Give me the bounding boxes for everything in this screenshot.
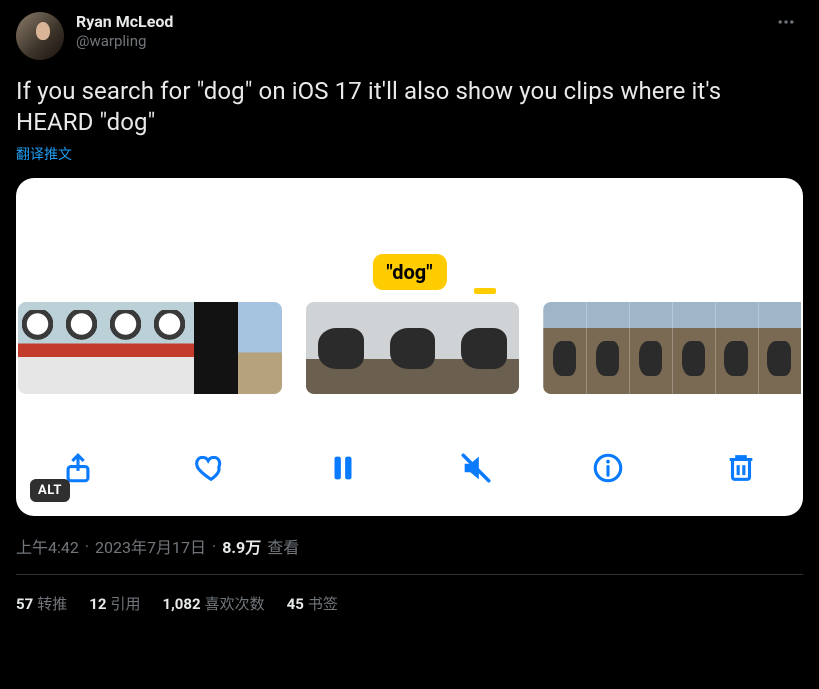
quotes-stat[interactable]: 12引用 xyxy=(89,593,140,614)
clip-frame xyxy=(672,302,715,394)
info-icon xyxy=(591,451,625,485)
media-toolbar xyxy=(16,444,803,492)
pause-icon xyxy=(326,451,360,485)
tweet-text: If you search for "dog" on iOS 17 it'll … xyxy=(16,76,803,138)
like-button[interactable] xyxy=(187,444,235,492)
tweet-meta: 上午4:42 · 2023年7月17日 · 8.9万 查看 xyxy=(16,534,803,575)
delete-button[interactable] xyxy=(717,444,765,492)
clip-frame xyxy=(150,302,194,394)
more-button[interactable] xyxy=(769,12,803,46)
info-button[interactable] xyxy=(584,444,632,492)
retweets-stat[interactable]: 57转推 xyxy=(16,593,67,614)
alt-badge[interactable]: ALT xyxy=(30,479,70,502)
clip-frame xyxy=(306,302,377,394)
avatar[interactable] xyxy=(16,12,64,60)
clip-frame xyxy=(62,302,106,394)
retweets-label: 转推 xyxy=(37,595,67,613)
likes-label: 喜欢次数 xyxy=(205,595,265,613)
more-icon xyxy=(776,12,796,32)
views-count: 8.9万 xyxy=(222,534,261,558)
display-name: Ryan McLeod xyxy=(76,12,757,32)
translate-link[interactable]: 翻译推文 xyxy=(16,144,72,164)
bookmarks-label: 书签 xyxy=(308,595,338,613)
likes-stat[interactable]: 1,082 喜欢次数 xyxy=(162,593,264,614)
quotes-label: 引用 xyxy=(110,595,140,613)
search-tooltip: "dog" xyxy=(372,254,446,290)
clip-frame xyxy=(18,302,62,394)
clip-frame xyxy=(377,302,448,394)
tweet-time[interactable]: 上午4:42 xyxy=(16,534,79,558)
clip-frame xyxy=(629,302,672,394)
clip-frame xyxy=(448,302,519,394)
clip-frame xyxy=(106,302,150,394)
bookmarks-stat[interactable]: 45书签 xyxy=(287,593,338,614)
clip-2[interactable] xyxy=(306,302,520,394)
clip-1[interactable] xyxy=(18,302,282,394)
clip-frame xyxy=(758,302,801,394)
clip-frame xyxy=(194,302,238,394)
trash-icon xyxy=(724,451,758,485)
retweets-count: 57 xyxy=(16,595,33,613)
media-card[interactable]: "dog" xyxy=(16,178,803,516)
author-block[interactable]: Ryan McLeod @warpling xyxy=(76,12,757,51)
tooltip-marker xyxy=(474,288,496,294)
heart-icon xyxy=(194,451,228,485)
dot: · xyxy=(85,537,89,556)
clip-frame xyxy=(586,302,629,394)
speaker-muted-icon xyxy=(459,451,493,485)
bookmarks-count: 45 xyxy=(287,595,304,613)
clip-3[interactable] xyxy=(543,302,801,394)
dot: · xyxy=(212,537,216,556)
tweet-header: Ryan McLeod @warpling xyxy=(16,12,803,60)
filmstrip xyxy=(16,302,803,394)
likes-count: 1,082 xyxy=(162,595,200,613)
pause-button[interactable] xyxy=(319,444,367,492)
tweet-date[interactable]: 2023年7月17日 xyxy=(95,534,206,558)
clip-frame xyxy=(543,302,586,394)
handle: @warpling xyxy=(76,32,757,51)
tweet-stats: 57转推 12引用 1,082 喜欢次数 45书签 xyxy=(16,575,803,614)
quotes-count: 12 xyxy=(89,595,106,613)
views-label[interactable]: 查看 xyxy=(267,534,299,558)
mute-button[interactable] xyxy=(452,444,500,492)
tweet-container: Ryan McLeod @warpling If you search for … xyxy=(0,0,819,614)
clip-frame xyxy=(238,302,282,394)
clip-frame xyxy=(715,302,758,394)
